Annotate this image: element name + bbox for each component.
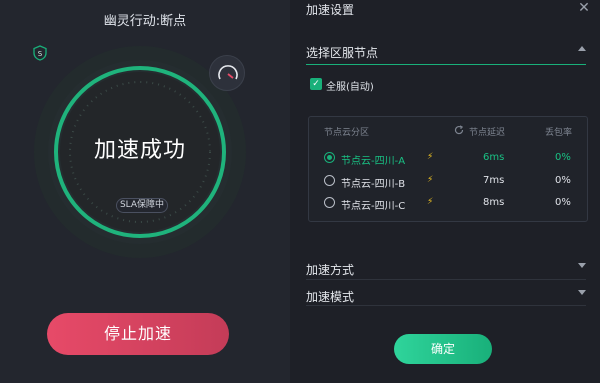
settings-header: 加速设置 ✕ bbox=[290, 0, 600, 18]
radio-icon[interactable] bbox=[324, 175, 335, 186]
speedometer-button[interactable] bbox=[209, 55, 245, 91]
node-loss: 0% bbox=[555, 152, 571, 163]
header-loss: 丢包率 bbox=[545, 128, 573, 138]
svg-text:S: S bbox=[38, 50, 43, 58]
speedometer-icon bbox=[218, 65, 238, 80]
header-latency: 节点延迟 bbox=[469, 128, 506, 138]
radio-selected-icon[interactable] bbox=[324, 152, 335, 163]
checkbox-checked-icon[interactable]: ✓ bbox=[310, 78, 322, 90]
node-table: 节点云分区 节点延迟 丢包率 节点云-四川-A ⚡ 6ms 0% 节点云-四川-… bbox=[308, 116, 588, 222]
settings-panel: 加速设置 ✕ 选择区服节点 ✓ 全服(自动) 节点云分区 节点延迟 丢包率 节点… bbox=[290, 0, 600, 383]
game-title: 幽灵行动:断点 bbox=[103, 14, 187, 29]
accelerator-panel: 幽灵行动:断点 加速成功 S SLA保障中 停止加速 bbox=[0, 0, 290, 383]
shield-icon: S bbox=[33, 45, 47, 61]
node-latency: 6ms bbox=[483, 152, 505, 163]
acceleration-method-section[interactable]: 加速方式 bbox=[306, 255, 586, 281]
auto-server-label: 全服(自动) bbox=[326, 82, 374, 93]
node-latency: 8ms bbox=[483, 197, 505, 208]
node-row[interactable]: 节点云-四川-C ⚡ 8ms 0% bbox=[309, 194, 589, 212]
lightning-icon: ⚡ bbox=[427, 197, 434, 207]
refresh-icon[interactable] bbox=[454, 125, 464, 135]
confirm-button[interactable]: 确定 bbox=[394, 334, 492, 364]
header-node-zone: 节点云分区 bbox=[324, 128, 370, 138]
node-name: 节点云-四川-B bbox=[341, 179, 406, 190]
chevron-down-icon bbox=[578, 263, 586, 268]
acceleration-mode-label: 加速模式 bbox=[306, 290, 355, 304]
node-name: 节点云-四川-C bbox=[341, 201, 406, 212]
node-name: 节点云-四川-A bbox=[341, 156, 406, 167]
divider bbox=[306, 279, 586, 280]
lightning-icon: ⚡ bbox=[427, 152, 434, 162]
section-underline bbox=[306, 64, 586, 65]
node-row[interactable]: 节点云-四川-B ⚡ 7ms 0% bbox=[309, 172, 589, 190]
node-loss: 0% bbox=[555, 197, 571, 208]
node-loss: 0% bbox=[555, 175, 571, 186]
status-text: 加速成功 bbox=[93, 138, 186, 163]
chevron-up-icon bbox=[578, 46, 586, 51]
radio-icon[interactable] bbox=[324, 197, 335, 208]
sla-badge: SLA保障中 bbox=[116, 198, 168, 213]
node-latency: 7ms bbox=[483, 175, 505, 186]
region-node-section[interactable]: 选择区服节点 bbox=[306, 38, 586, 64]
chevron-down-icon bbox=[578, 290, 586, 295]
node-row[interactable]: 节点云-四川-A ⚡ 6ms 0% bbox=[309, 149, 589, 167]
lightning-icon: ⚡ bbox=[427, 175, 434, 185]
divider bbox=[306, 305, 586, 306]
close-icon[interactable]: ✕ bbox=[576, 1, 592, 17]
stop-acceleration-button[interactable]: 停止加速 bbox=[47, 313, 229, 355]
region-node-label: 选择区服节点 bbox=[306, 46, 379, 60]
settings-title: 加速设置 bbox=[306, 3, 355, 17]
acceleration-method-label: 加速方式 bbox=[306, 263, 355, 277]
